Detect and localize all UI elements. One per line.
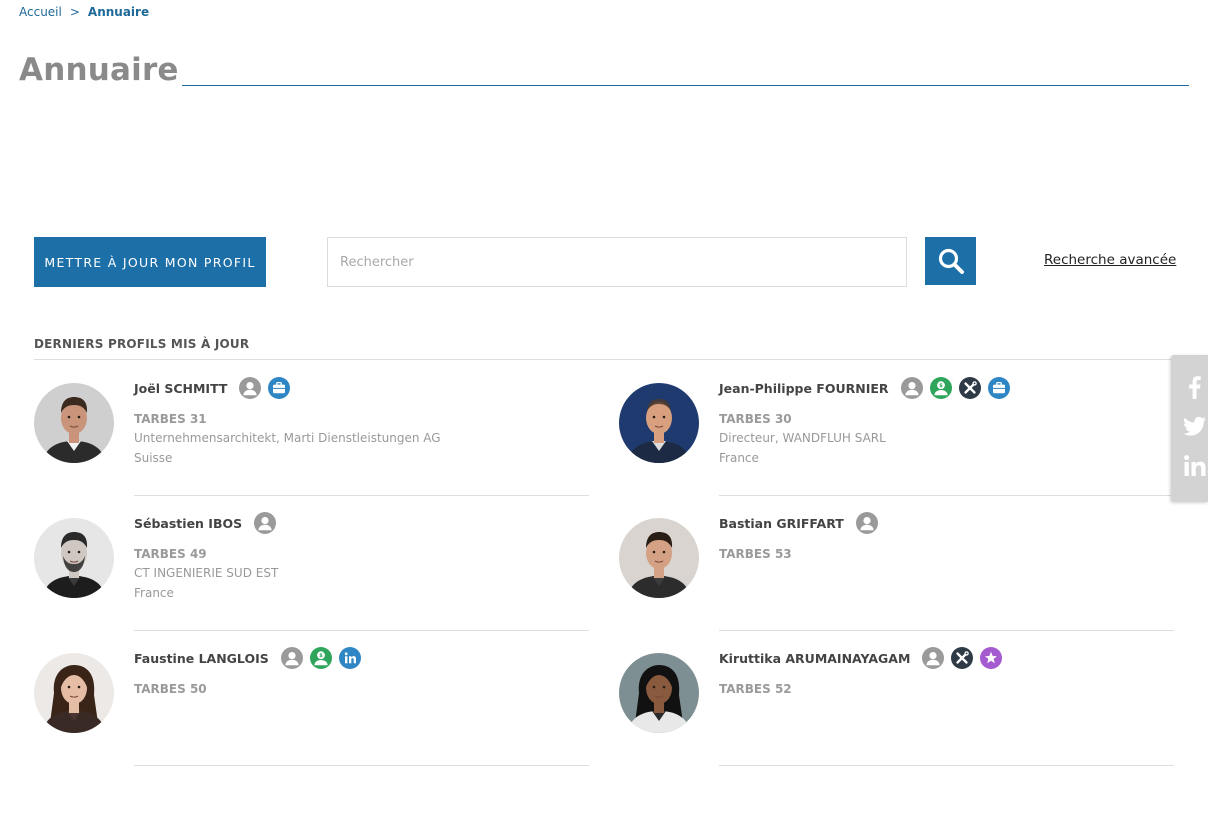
profile-name[interactable]: Joël SCHMITT — [134, 381, 227, 396]
profile-group: TARBES 31 — [134, 412, 207, 426]
profile-group: TARBES 50 — [134, 682, 207, 696]
profile-name[interactable]: Bastian GRIFFART — [719, 516, 844, 531]
user-icon[interactable] — [855, 512, 878, 534]
profile-badges: $ — [900, 377, 1010, 399]
advanced-search-link[interactable]: Recherche avancée — [1044, 252, 1176, 268]
user-icon[interactable] — [254, 512, 277, 534]
star-icon[interactable] — [980, 647, 1003, 669]
avatar[interactable] — [619, 653, 699, 733]
linkedin-icon — [1184, 455, 1206, 476]
profile-badges — [254, 512, 277, 534]
share-linkedin[interactable] — [1182, 453, 1208, 479]
linkedin-icon[interactable] — [338, 647, 361, 669]
profile-name-row: Faustine LANGLOIS $ — [134, 647, 361, 669]
profile-card: Kiruttika ARUMAINAYAGAM TARBES 52 — [619, 647, 1174, 783]
tools-icon[interactable] — [958, 377, 981, 399]
profile-group: TARBES 52 — [719, 682, 792, 696]
share-facebook[interactable] — [1182, 374, 1208, 400]
section-title: DERNIERS PROFILS MIS À JOUR — [34, 337, 250, 351]
profile-card: Jean-Philippe FOURNIER $ TARBES 30 Directeu… — [619, 377, 1174, 513]
tools-icon[interactable] — [951, 647, 974, 669]
profile-country: France — [134, 586, 174, 600]
avatar[interactable] — [34, 653, 114, 733]
profile-name-row: Joël SCHMITT — [134, 377, 291, 399]
profile-card: Sébastien IBOS TARBES 49 CT INGENIERIE SUD… — [34, 512, 589, 648]
breadcrumb-separator: > — [69, 5, 80, 19]
mentor-icon[interactable]: $ — [309, 647, 332, 669]
profile-position: Unternehmensarchitekt, Marti Dienstleist… — [134, 431, 441, 445]
profile-divider — [134, 495, 589, 496]
profile-name[interactable]: Jean-Philippe FOURNIER — [719, 381, 889, 396]
profile-name-row: Jean-Philippe FOURNIER $ — [719, 377, 1010, 399]
svg-text:$: $ — [939, 383, 943, 389]
profile-divider — [719, 630, 1174, 631]
profile-country: Suisse — [134, 451, 173, 465]
title-divider — [182, 85, 1189, 86]
profile-position: CT INGENIERIE SUD EST — [134, 566, 279, 580]
avatar[interactable] — [34, 518, 114, 598]
search-button[interactable] — [925, 237, 976, 285]
profile-card: Faustine LANGLOIS $ TARBES 50 — [34, 647, 589, 783]
profile-name-row: Sébastien IBOS — [134, 512, 277, 534]
share-bar — [1171, 355, 1208, 502]
profile-card: Joël SCHMITT TARBES 31 Unternehmensarchite… — [34, 377, 589, 513]
breadcrumb-current: Annuaire — [87, 5, 150, 19]
section-divider — [34, 359, 1173, 360]
profile-divider — [134, 630, 589, 631]
profile-name[interactable]: Faustine LANGLOIS — [134, 651, 269, 666]
profile-badges: $ — [280, 647, 361, 669]
search-input[interactable] — [327, 237, 907, 287]
share-twitter[interactable] — [1182, 413, 1208, 439]
profile-badges — [922, 647, 1003, 669]
breadcrumb-home-link[interactable]: Accueil — [19, 5, 62, 19]
profile-divider — [719, 495, 1174, 496]
profile-group: TARBES 53 — [719, 547, 792, 561]
profile-badges — [855, 512, 878, 534]
profile-card: Bastian GRIFFART TARBES 53 — [619, 512, 1174, 648]
avatar[interactable] — [619, 518, 699, 598]
profile-name-row: Bastian GRIFFART — [719, 512, 878, 534]
avatar[interactable] — [619, 383, 699, 463]
svg-text:$: $ — [319, 653, 323, 659]
briefcase-icon[interactable] — [268, 377, 291, 399]
profile-group: TARBES 49 — [134, 547, 207, 561]
user-icon[interactable] — [900, 377, 923, 399]
user-icon[interactable] — [922, 647, 945, 669]
profile-divider — [719, 765, 1174, 766]
profile-name[interactable]: Kiruttika ARUMAINAYAGAM — [719, 651, 910, 666]
user-icon[interactable] — [239, 377, 262, 399]
profile-divider — [134, 765, 589, 766]
profile-name-row: Kiruttika ARUMAINAYAGAM — [719, 647, 1003, 669]
profile-name[interactable]: Sébastien IBOS — [134, 516, 242, 531]
profile-position: Directeur, WANDFLUH SARL — [719, 431, 886, 445]
facebook-icon — [1189, 376, 1201, 399]
mentor-icon[interactable]: $ — [929, 377, 952, 399]
briefcase-icon[interactable] — [987, 377, 1010, 399]
page-title: Annuaire — [19, 52, 179, 88]
profile-badges — [239, 377, 291, 399]
search-icon — [938, 248, 964, 274]
profile-group: TARBES 30 — [719, 412, 792, 426]
breadcrumb: Accueil > Annuaire — [19, 5, 149, 19]
profile-country: France — [719, 451, 759, 465]
user-icon[interactable] — [280, 647, 303, 669]
twitter-icon — [1183, 416, 1206, 436]
update-profile-button[interactable]: METTRE À JOUR MON PROFIL — [34, 237, 266, 287]
avatar[interactable] — [34, 383, 114, 463]
